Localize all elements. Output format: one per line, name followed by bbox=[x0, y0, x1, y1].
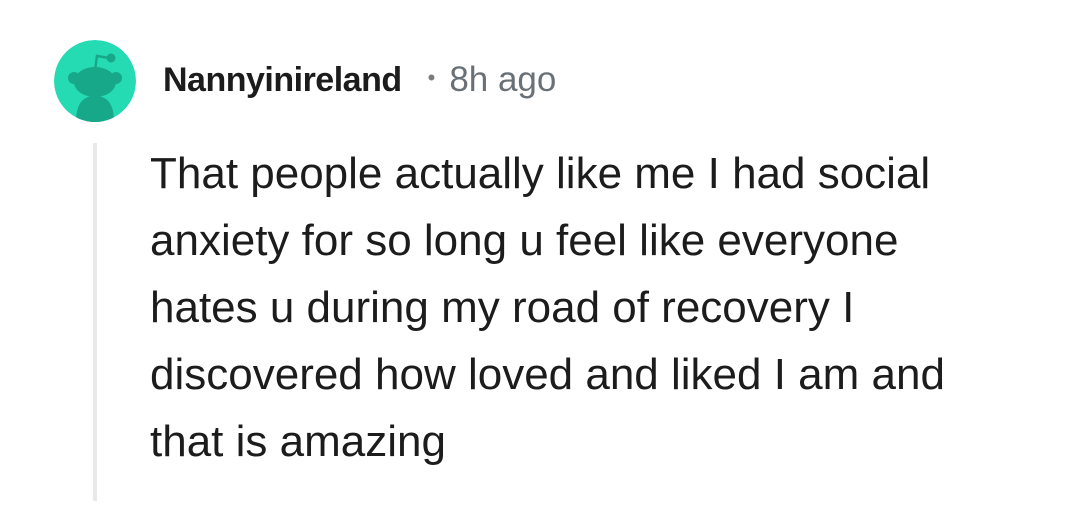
comment-header: Nannyinireland • 8h ago bbox=[163, 56, 556, 104]
thread-line[interactable] bbox=[93, 143, 97, 501]
separator-dot: • bbox=[427, 65, 436, 90]
comment: Nannyinireland • 8h ago That people actu… bbox=[0, 0, 1079, 506]
comment-body: That people actually like me I had socia… bbox=[150, 149, 945, 466]
snoo-avatar-icon bbox=[54, 40, 136, 122]
timestamp[interactable]: 8h ago bbox=[449, 60, 556, 100]
username-link[interactable]: Nannyinireland bbox=[163, 61, 402, 100]
user-avatar[interactable] bbox=[54, 40, 136, 122]
